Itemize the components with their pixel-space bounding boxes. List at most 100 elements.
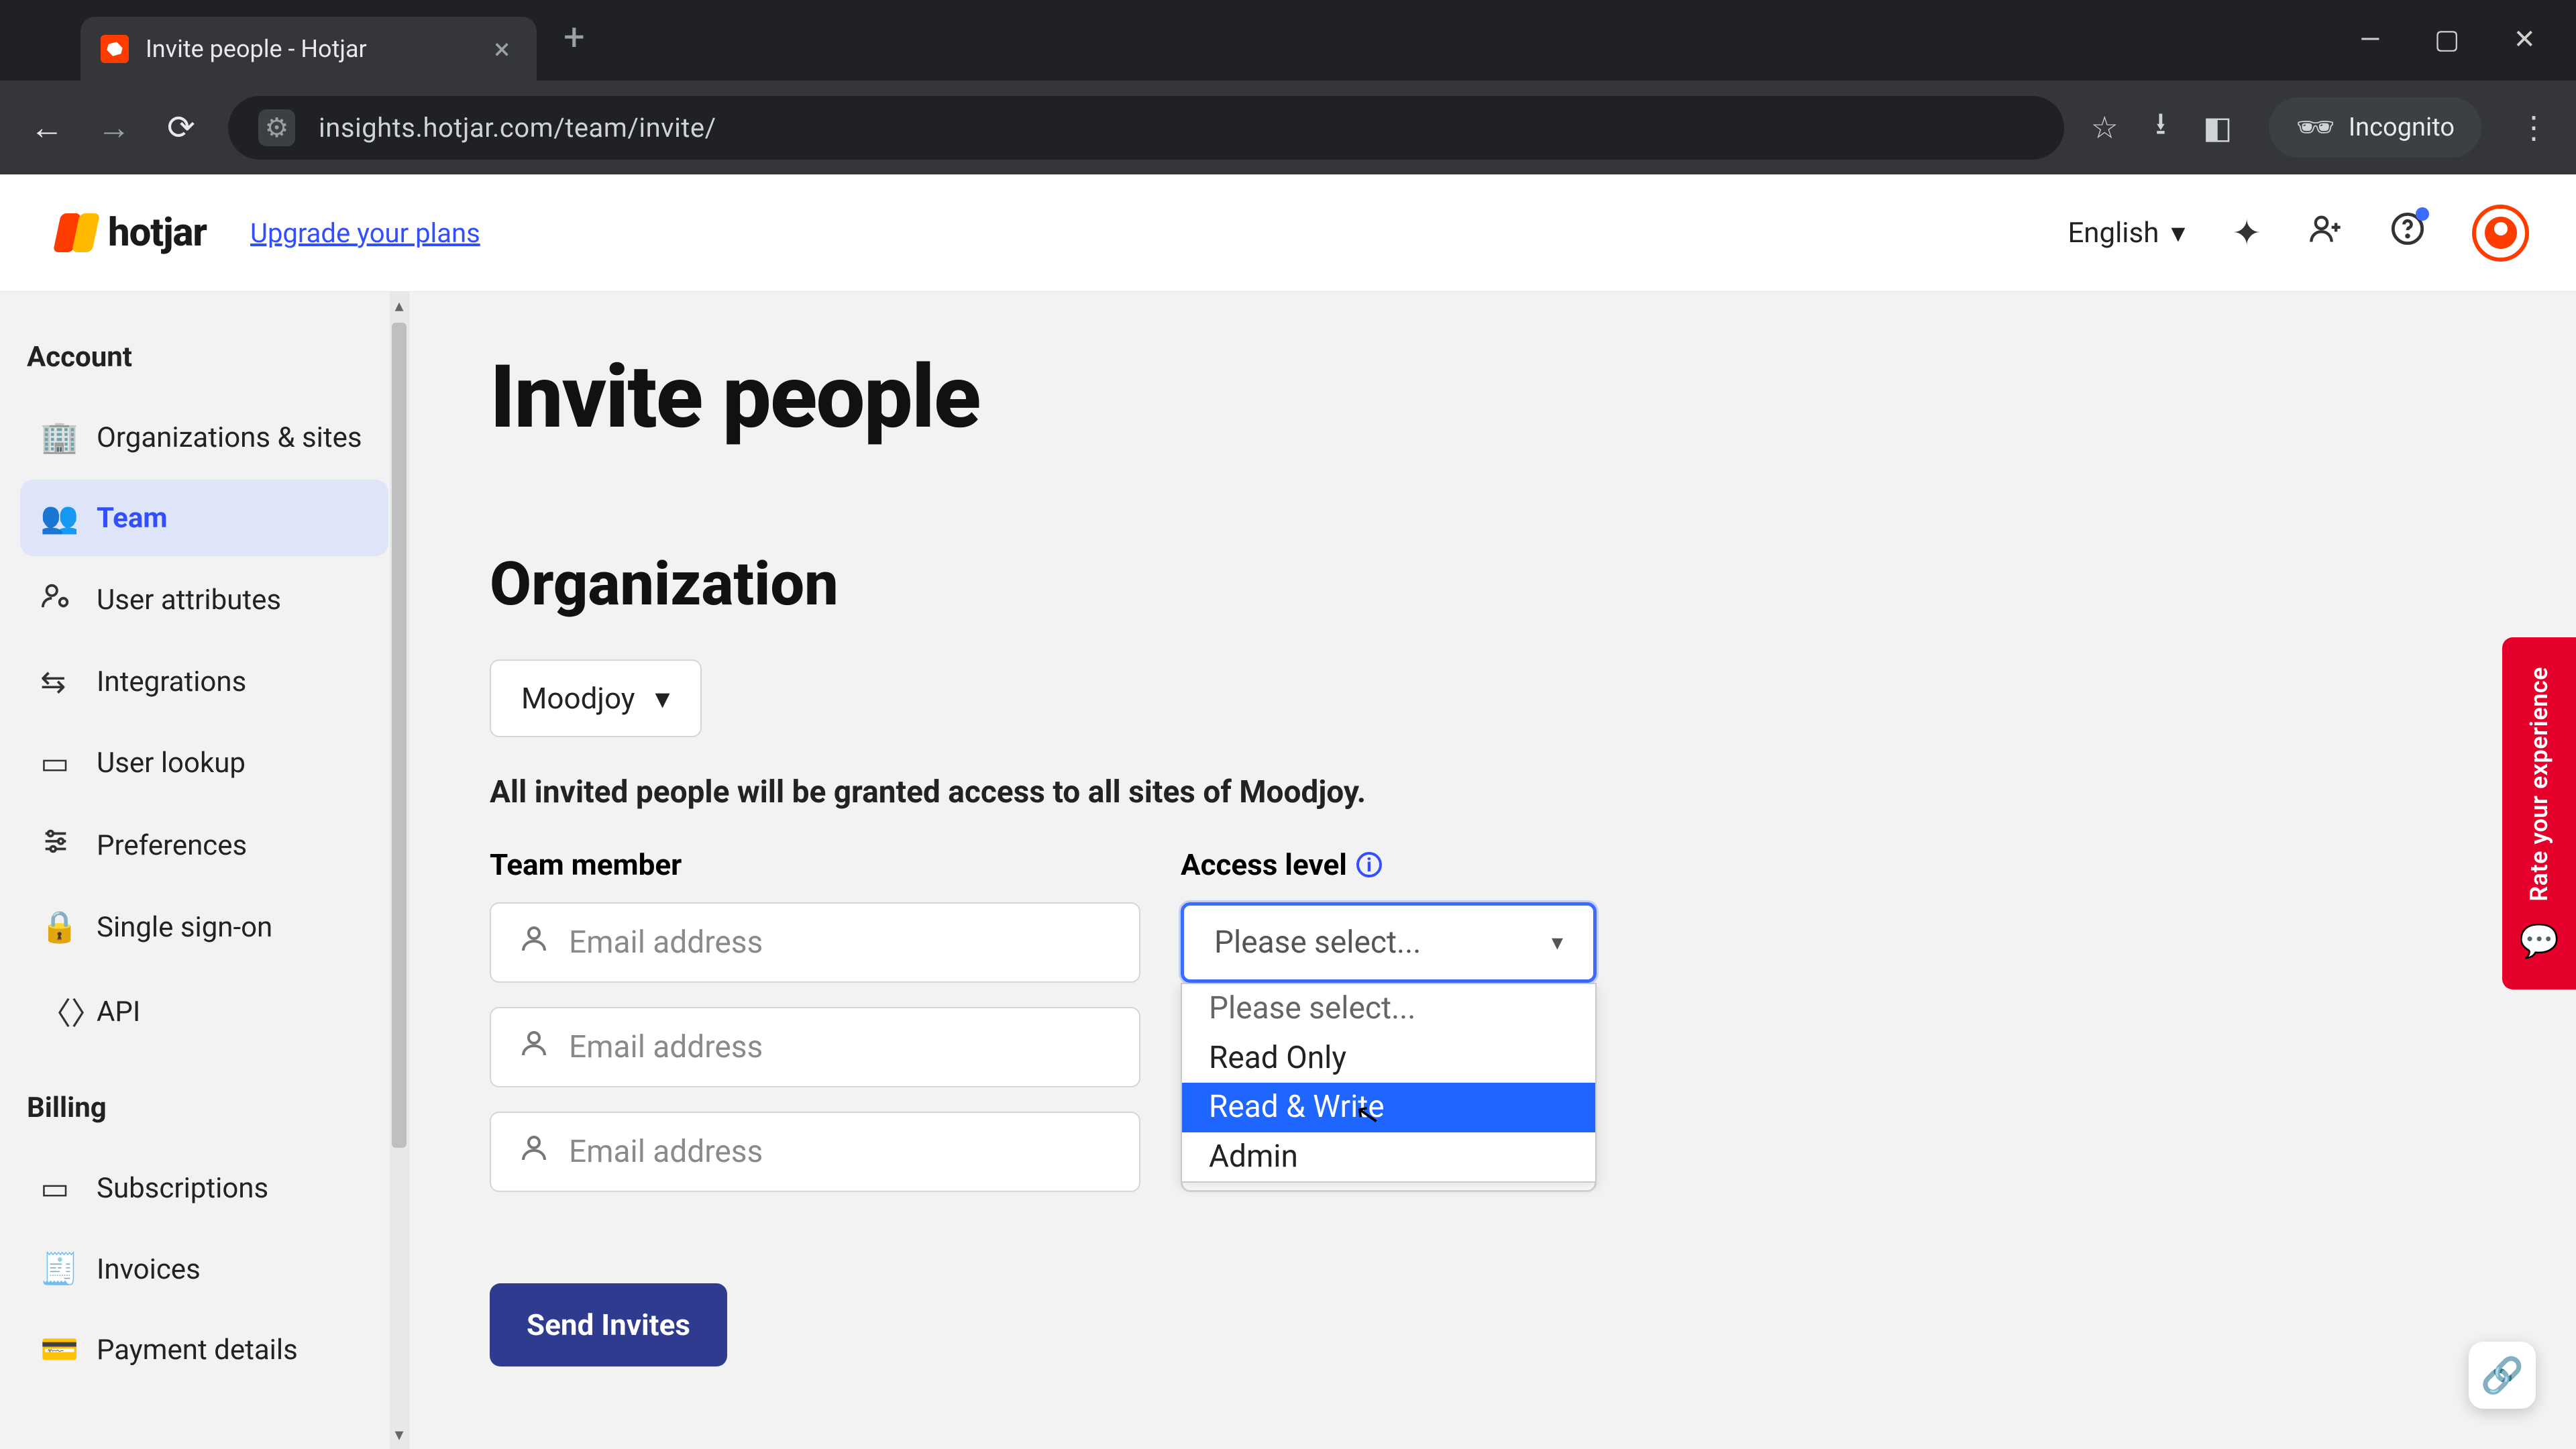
organization-selected: Moodjoy: [521, 681, 635, 716]
sidebar-item-label: Organizations & sites: [97, 421, 362, 454]
lock-icon: 🔒: [40, 909, 74, 945]
organization-select[interactable]: Moodjoy ▾: [490, 659, 702, 737]
hotjar-logo-text: hotjar: [108, 210, 207, 256]
chevron-down-icon: ▾: [2171, 216, 2185, 250]
user-gear-icon: [40, 580, 74, 619]
help-icon[interactable]: [2390, 211, 2425, 255]
url-box[interactable]: ⚙ insights.hotjar.com/team/invite/: [228, 96, 2064, 160]
lookup-icon: ▭: [40, 745, 74, 782]
email-field[interactable]: Email address: [490, 902, 1140, 983]
column-access-level: Access level i: [1181, 847, 1382, 882]
access-level-select[interactable]: Please select... ▾: [1181, 902, 1597, 983]
person-icon: [518, 1132, 550, 1172]
dropdown-option-read-only[interactable]: Read Only: [1182, 1034, 1595, 1083]
language-label: English: [2068, 217, 2159, 250]
back-icon[interactable]: ←: [27, 108, 67, 148]
scroll-down-icon[interactable]: ▾: [394, 1421, 403, 1449]
grant-access-note: All invited people will be granted acces…: [490, 774, 2496, 810]
email-field[interactable]: Email address: [490, 1007, 1140, 1087]
site-settings-icon[interactable]: ⚙: [258, 109, 295, 146]
sidebar-item-invoices[interactable]: 🧾 Invoices: [20, 1231, 388, 1307]
extensions-icon[interactable]: ✦: [2232, 213, 2261, 254]
scroll-thumb[interactable]: [392, 323, 407, 1148]
sidebar-section-billing: Billing: [20, 1058, 388, 1150]
sidebar-item-single-sign-on[interactable]: 🔒 Single sign-on: [20, 889, 388, 965]
main-content: Invite people Organization Moodjoy ▾ All…: [409, 292, 2576, 1449]
close-window-icon[interactable]: ✕: [2513, 23, 2536, 55]
sliders-icon: [40, 826, 74, 865]
avatar[interactable]: [2472, 205, 2529, 262]
feedback-tab[interactable]: Rate your experience 💬: [2502, 637, 2576, 989]
email-placeholder: Email address: [569, 1134, 763, 1170]
incognito-indicator[interactable]: 🕶 Incognito: [2269, 97, 2481, 158]
section-organization: Organization: [490, 549, 2496, 619]
sidebar-item-payment-details[interactable]: 💳 Payment details: [20, 1311, 388, 1388]
sidebar-item-label: API: [97, 996, 140, 1028]
dropdown-option-placeholder[interactable]: Please select...: [1182, 984, 1595, 1034]
bookmark-star-icon[interactable]: ☆: [2091, 109, 2118, 146]
access-level-dropdown: Please select... Read Only Read & Write …: [1181, 983, 1597, 1183]
add-user-icon[interactable]: [2308, 211, 2343, 255]
incognito-label: Incognito: [2349, 113, 2455, 142]
downloads-icon[interactable]: ⭳: [2155, 101, 2166, 154]
side-panel-icon[interactable]: ◧: [2203, 109, 2232, 146]
sidebar-item-subscriptions[interactable]: ▭ Subscriptions: [20, 1150, 388, 1227]
email-placeholder: Email address: [569, 1029, 763, 1065]
invite-rows: Email address Please select... ▾ Please …: [490, 902, 2496, 1192]
url-text: insights.hotjar.com/team/invite/: [319, 112, 716, 144]
person-icon: [518, 1027, 550, 1067]
incognito-icon: 🕶: [2296, 109, 2334, 146]
sidebar-section-account: Account: [20, 329, 388, 399]
close-tab-icon[interactable]: ×: [494, 34, 510, 64]
browser-chrome: Invite people - Hotjar × + ― ▢ ✕ ← → ⟳ ⚙…: [0, 0, 2576, 174]
email-field[interactable]: Email address: [490, 1112, 1140, 1192]
sidebar-item-integrations[interactable]: ⇆ Integrations: [20, 643, 388, 720]
person-icon: [518, 922, 550, 963]
access-level-value: Please select...: [1214, 924, 1421, 961]
sidebar-item-organizations-sites[interactable]: 🏢 Organizations & sites: [20, 399, 388, 476]
column-team-member: Team member: [490, 847, 1140, 882]
scroll-up-icon[interactable]: ▴: [394, 292, 403, 320]
tab-strip: Invite people - Hotjar × + ― ▢ ✕: [0, 0, 2576, 80]
upgrade-plans-link[interactable]: Upgrade your plans: [250, 217, 480, 249]
window-controls: ― ▢ ✕: [2359, 0, 2576, 55]
sidebar-item-user-lookup[interactable]: ▭ User lookup: [20, 724, 388, 802]
sidebar-item-user-attributes[interactable]: User attributes: [20, 560, 388, 639]
app-header: hotjar Upgrade your plans English ▾ ✦: [0, 174, 2576, 292]
tab-title: Invite people - Hotjar: [146, 35, 478, 63]
chat-icon: 💬: [2519, 922, 2559, 960]
sidebar-item-label: Invoices: [97, 1253, 201, 1286]
sidebar-item-preferences[interactable]: Preferences: [20, 806, 388, 885]
browser-tab[interactable]: Invite people - Hotjar ×: [80, 17, 537, 80]
forward-icon[interactable]: →: [94, 108, 134, 148]
sidebar-item-team[interactable]: 👥 Team: [20, 480, 388, 556]
feedback-label: Rate your experience: [2525, 667, 2553, 902]
reload-icon[interactable]: ⟳: [161, 108, 201, 148]
send-invites-button[interactable]: Send Invites: [490, 1283, 727, 1366]
new-tab-button[interactable]: +: [537, 15, 612, 59]
sidebar-scrollbar[interactable]: ▴ ▾: [390, 292, 409, 1449]
sidebar-item-label: Preferences: [97, 829, 247, 862]
sidebar-item-label: Team: [97, 502, 168, 535]
dropdown-option-read-write[interactable]: Read & Write: [1182, 1083, 1595, 1132]
copy-link-button[interactable]: 🔗: [2469, 1342, 2536, 1409]
building-icon: 🏢: [40, 419, 74, 455]
language-selector[interactable]: English ▾: [2068, 216, 2185, 250]
email-placeholder: Email address: [569, 924, 763, 961]
sidebar-item-label: Single sign-on: [97, 911, 272, 944]
sidebar: Account 🏢 Organizations & sites 👥 Team U…: [0, 292, 409, 1449]
sidebar-item-api[interactable]: 〈〉 API: [20, 969, 388, 1054]
invite-row: Email address Please select... ▾: [490, 902, 2496, 983]
chevron-down-icon: ▾: [655, 681, 670, 716]
dropdown-option-admin[interactable]: Admin: [1182, 1132, 1595, 1182]
browser-menu-icon[interactable]: ⋮: [2518, 109, 2549, 146]
sidebar-item-label: User lookup: [97, 747, 246, 780]
hotjar-logo[interactable]: hotjar: [57, 210, 207, 256]
address-bar: ← → ⟳ ⚙ insights.hotjar.com/team/invite/…: [0, 80, 2576, 174]
invoice-icon: 🧾: [40, 1251, 74, 1287]
sidebar-item-label: Payment details: [97, 1334, 298, 1366]
maximize-icon[interactable]: ▢: [2434, 23, 2460, 55]
minimize-icon[interactable]: ―: [2359, 23, 2380, 55]
info-icon[interactable]: i: [1356, 852, 1382, 877]
credit-card-icon: 💳: [40, 1332, 74, 1368]
